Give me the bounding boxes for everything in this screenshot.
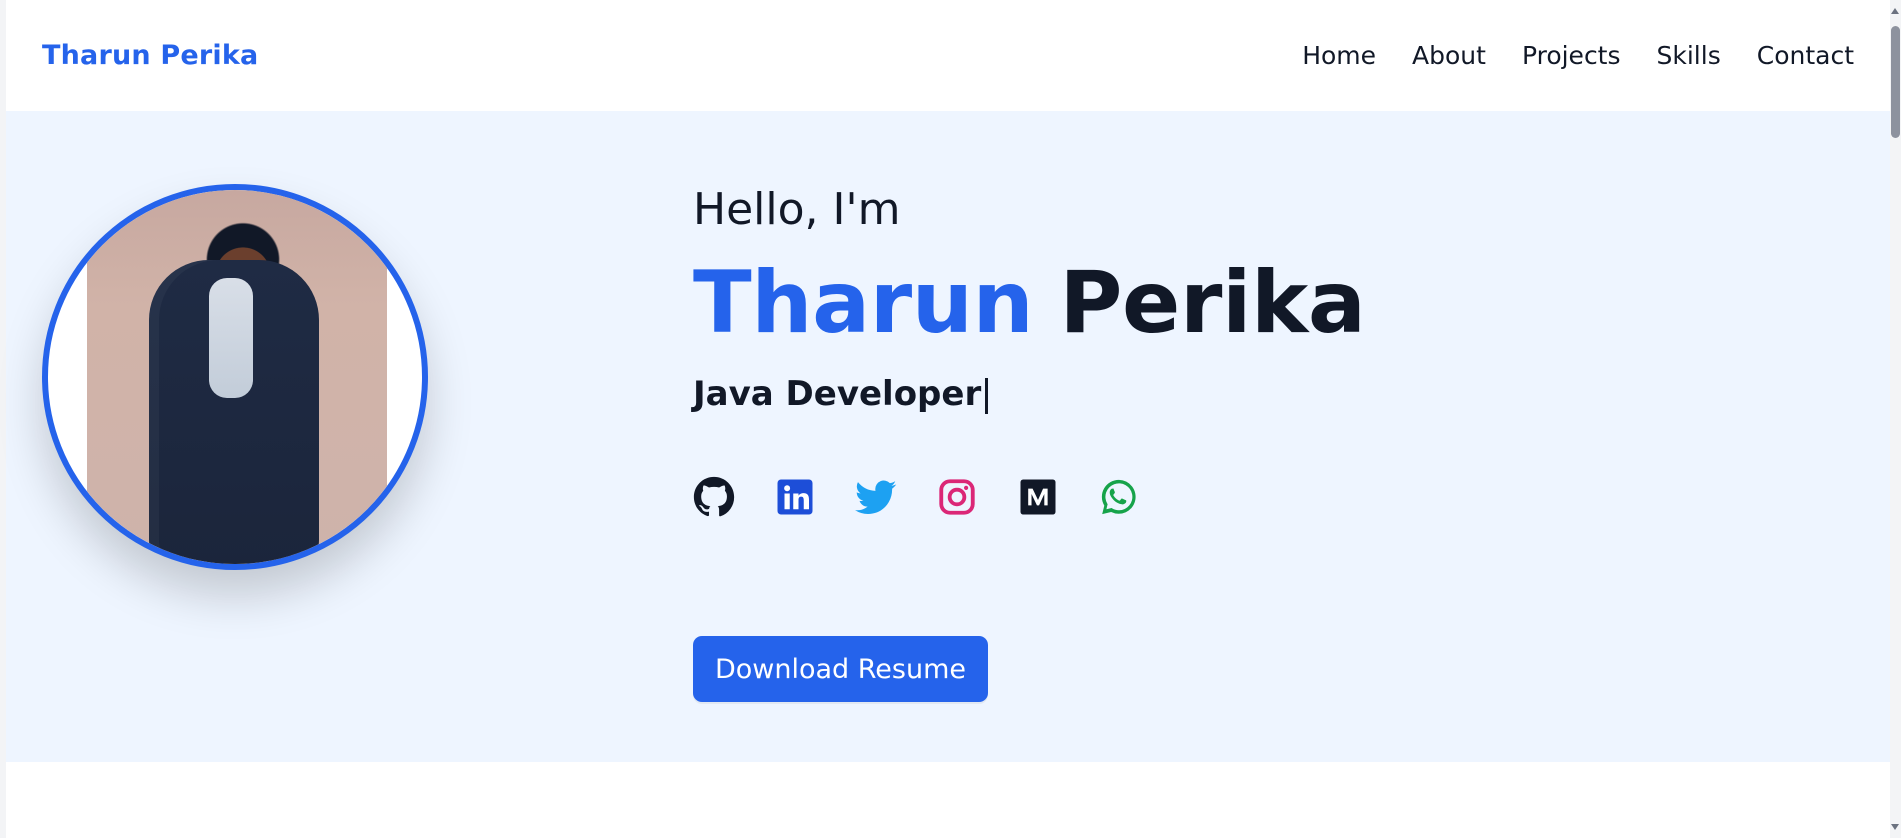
vertical-scrollbar[interactable] — [1890, 0, 1901, 838]
profile-photo-frame — [42, 184, 428, 570]
nav-contact-link[interactable]: Contact — [1757, 41, 1854, 70]
nav-projects-link[interactable]: Projects — [1522, 41, 1621, 70]
hero-role: Java Developer — [693, 374, 1593, 414]
profile-photo — [87, 190, 387, 564]
github-icon[interactable] — [693, 476, 735, 518]
scroll-up-icon[interactable] — [1891, 8, 1899, 14]
hero-name-first: Tharun — [693, 253, 1034, 353]
hero-section: Hello, I'm Tharun Perika Java Developer — [6, 111, 1890, 762]
scroll-thumb[interactable] — [1891, 26, 1900, 138]
social-links — [693, 476, 1593, 518]
hero-name: Tharun Perika — [693, 260, 1593, 346]
medium-icon[interactable] — [1017, 476, 1059, 518]
typing-cursor — [985, 378, 989, 414]
nav-about-link[interactable]: About — [1412, 41, 1486, 70]
top-navbar: Tharun Perika Home About Projects Skills… — [6, 0, 1890, 111]
hero-role-text: Java Developer — [693, 374, 982, 414]
hero-content: Hello, I'm Tharun Perika Java Developer — [693, 184, 1593, 702]
nav-skills-link[interactable]: Skills — [1657, 41, 1721, 70]
twitter-icon[interactable] — [855, 476, 897, 518]
linkedin-icon[interactable] — [774, 476, 816, 518]
whatsapp-icon[interactable] — [1098, 476, 1140, 518]
instagram-icon[interactable] — [936, 476, 978, 518]
page: Tharun Perika Home About Projects Skills… — [0, 0, 1901, 838]
hero-name-last: Perika — [1059, 253, 1366, 353]
scroll-down-icon[interactable] — [1891, 824, 1899, 830]
hero-greeting: Hello, I'm — [693, 184, 901, 235]
nav-home-link[interactable]: Home — [1302, 41, 1376, 70]
download-resume-button[interactable]: Download Resume — [693, 636, 988, 702]
primary-nav: Home About Projects Skills Contact — [1302, 41, 1854, 70]
brand-logo[interactable]: Tharun Perika — [42, 40, 258, 71]
